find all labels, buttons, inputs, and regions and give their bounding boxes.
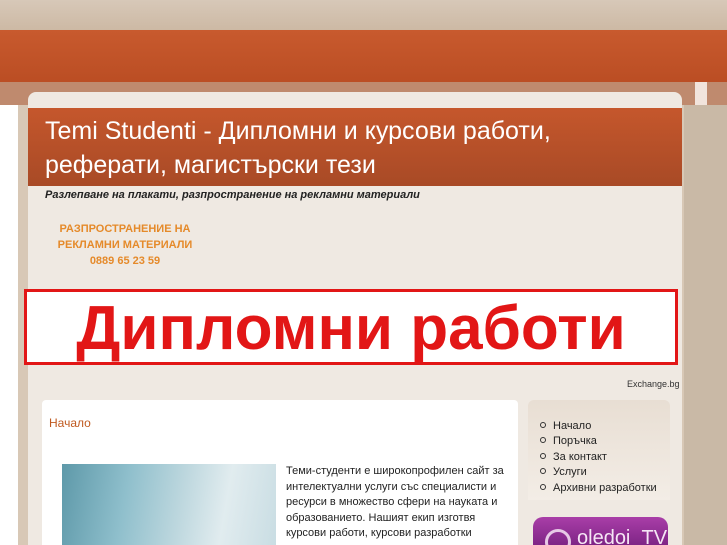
nav-item-archive[interactable]: Архивни разработки [540, 481, 657, 496]
exchange-link[interactable]: Exchange.bg [627, 379, 680, 389]
nav-item-services[interactable]: Услуги [540, 465, 657, 480]
bullet-icon [540, 452, 546, 459]
ad-line-1: РАЗПРОСТРАНЕНИЕ НА [59, 223, 191, 235]
content-body: Теми-студенти е широкопрофилен сайт за и… [286, 465, 504, 539]
band-highlight [695, 82, 707, 105]
play-icon [545, 529, 571, 545]
ad-block[interactable]: РАЗПРОСТРАНЕНИЕ НА РЕКЛАМНИ МАТЕРИАЛИ 08… [45, 221, 205, 269]
site-tagline: Разлепване на плакати, разпространение н… [45, 189, 420, 201]
bullet-icon [540, 422, 546, 428]
nav-item-order[interactable]: Поръчка [540, 434, 657, 449]
promo-banner-text: Дипломни работи [76, 294, 626, 363]
sidebar-nav: Начало Поръчка За контакт Услуги Архивни… [528, 400, 670, 500]
content-title: Начало [49, 416, 91, 430]
oledoi-tv-widget[interactable]: oledoi_TV [533, 517, 668, 545]
ad-phone: 0889 65 23 59 [89, 255, 161, 267]
bullet-icon [540, 468, 546, 475]
bullet-icon [540, 437, 546, 444]
top-band [0, 0, 727, 30]
content-image [62, 464, 276, 545]
page-background-right [684, 95, 727, 545]
oledoi-tv-logo: oledoi_TV [577, 527, 668, 545]
nav-item-home[interactable]: Начало [540, 419, 657, 434]
promo-banner[interactable]: Дипломни работи [24, 289, 678, 365]
ad-line-2: РЕКЛАМНИ МАТЕРИАЛИ [57, 239, 193, 251]
bullet-icon [540, 483, 546, 490]
nav-item-contact[interactable]: За контакт [540, 450, 657, 465]
site-title[interactable]: Temi Studenti - Дипломни и курсови работ… [45, 114, 675, 182]
